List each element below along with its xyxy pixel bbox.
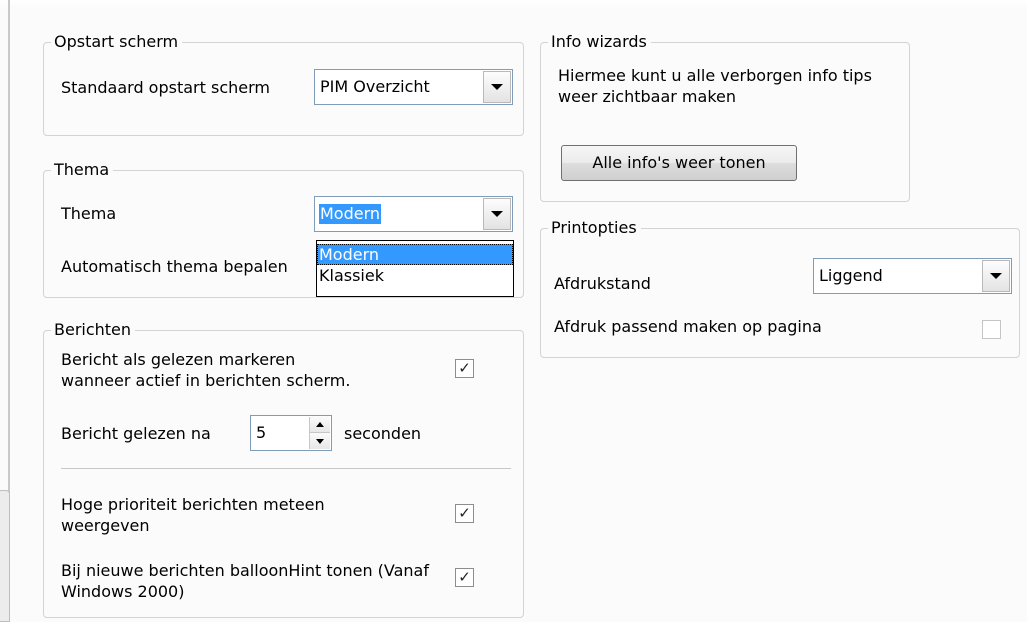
read-after-label: Bericht gelezen na xyxy=(61,424,211,443)
info-legend: Info wizards xyxy=(548,32,651,52)
theme-dropdown-list[interactable]: Modern Klassiek xyxy=(316,240,514,297)
messages-separator xyxy=(61,468,511,469)
mark-read-label: Bericht als gelezen markeren wanneer act… xyxy=(61,350,351,390)
info-text: Hiermee kunt u alle verborgen info tips … xyxy=(558,66,872,106)
top-edge xyxy=(0,0,1027,8)
balloon-label: Bij nieuwe berichten balloonHint tonen (… xyxy=(61,561,429,601)
auto-theme-label: Automatisch thema bepalen xyxy=(61,257,288,276)
scrollbar-thumb[interactable] xyxy=(0,490,10,622)
read-after-stepper[interactable]: 5 xyxy=(250,415,332,451)
theme-option-modern[interactable]: Modern xyxy=(317,244,513,265)
startup-select-value: PIM Overzicht xyxy=(320,77,430,96)
fit-page-label: Afdruk passend maken op pagina xyxy=(554,317,822,336)
high-priority-label: Hoge prioriteit berichten meteen weergev… xyxy=(61,495,325,535)
read-after-value: 5 xyxy=(256,423,267,442)
show-all-info-button[interactable]: Alle info's weer tonen xyxy=(561,145,797,181)
print-legend: Printopties xyxy=(548,218,641,238)
mark-read-checkbox[interactable]: ✓ xyxy=(455,359,474,378)
stepper-buttons[interactable] xyxy=(309,417,330,449)
chevron-up-icon[interactable] xyxy=(310,417,330,433)
orientation-label: Afdrukstand xyxy=(554,274,651,293)
theme-legend: Thema xyxy=(51,160,114,180)
fit-page-checkbox[interactable] xyxy=(982,320,1001,339)
theme-select-value: Modern xyxy=(319,204,382,224)
high-priority-checkbox[interactable]: ✓ xyxy=(455,504,474,523)
messages-legend: Berichten xyxy=(51,320,136,340)
balloon-checkbox[interactable]: ✓ xyxy=(455,568,474,587)
theme-option-klassiek[interactable]: Klassiek xyxy=(317,265,513,286)
read-after-unit: seconden xyxy=(344,424,422,443)
orientation-select[interactable]: Liggend xyxy=(813,258,1012,294)
chevron-down-icon[interactable] xyxy=(982,260,1010,292)
theme-select[interactable]: Modern xyxy=(314,196,513,232)
theme-label: Thema xyxy=(61,204,117,223)
startup-legend: Opstart scherm xyxy=(51,32,183,52)
chevron-down-icon[interactable] xyxy=(483,198,511,230)
startup-select[interactable]: PIM Overzicht xyxy=(314,69,513,105)
orientation-select-value: Liggend xyxy=(819,266,883,285)
chevron-down-icon[interactable] xyxy=(483,71,511,103)
startup-label: Standaard opstart scherm xyxy=(61,78,270,97)
chevron-down-icon[interactable] xyxy=(310,433,330,449)
